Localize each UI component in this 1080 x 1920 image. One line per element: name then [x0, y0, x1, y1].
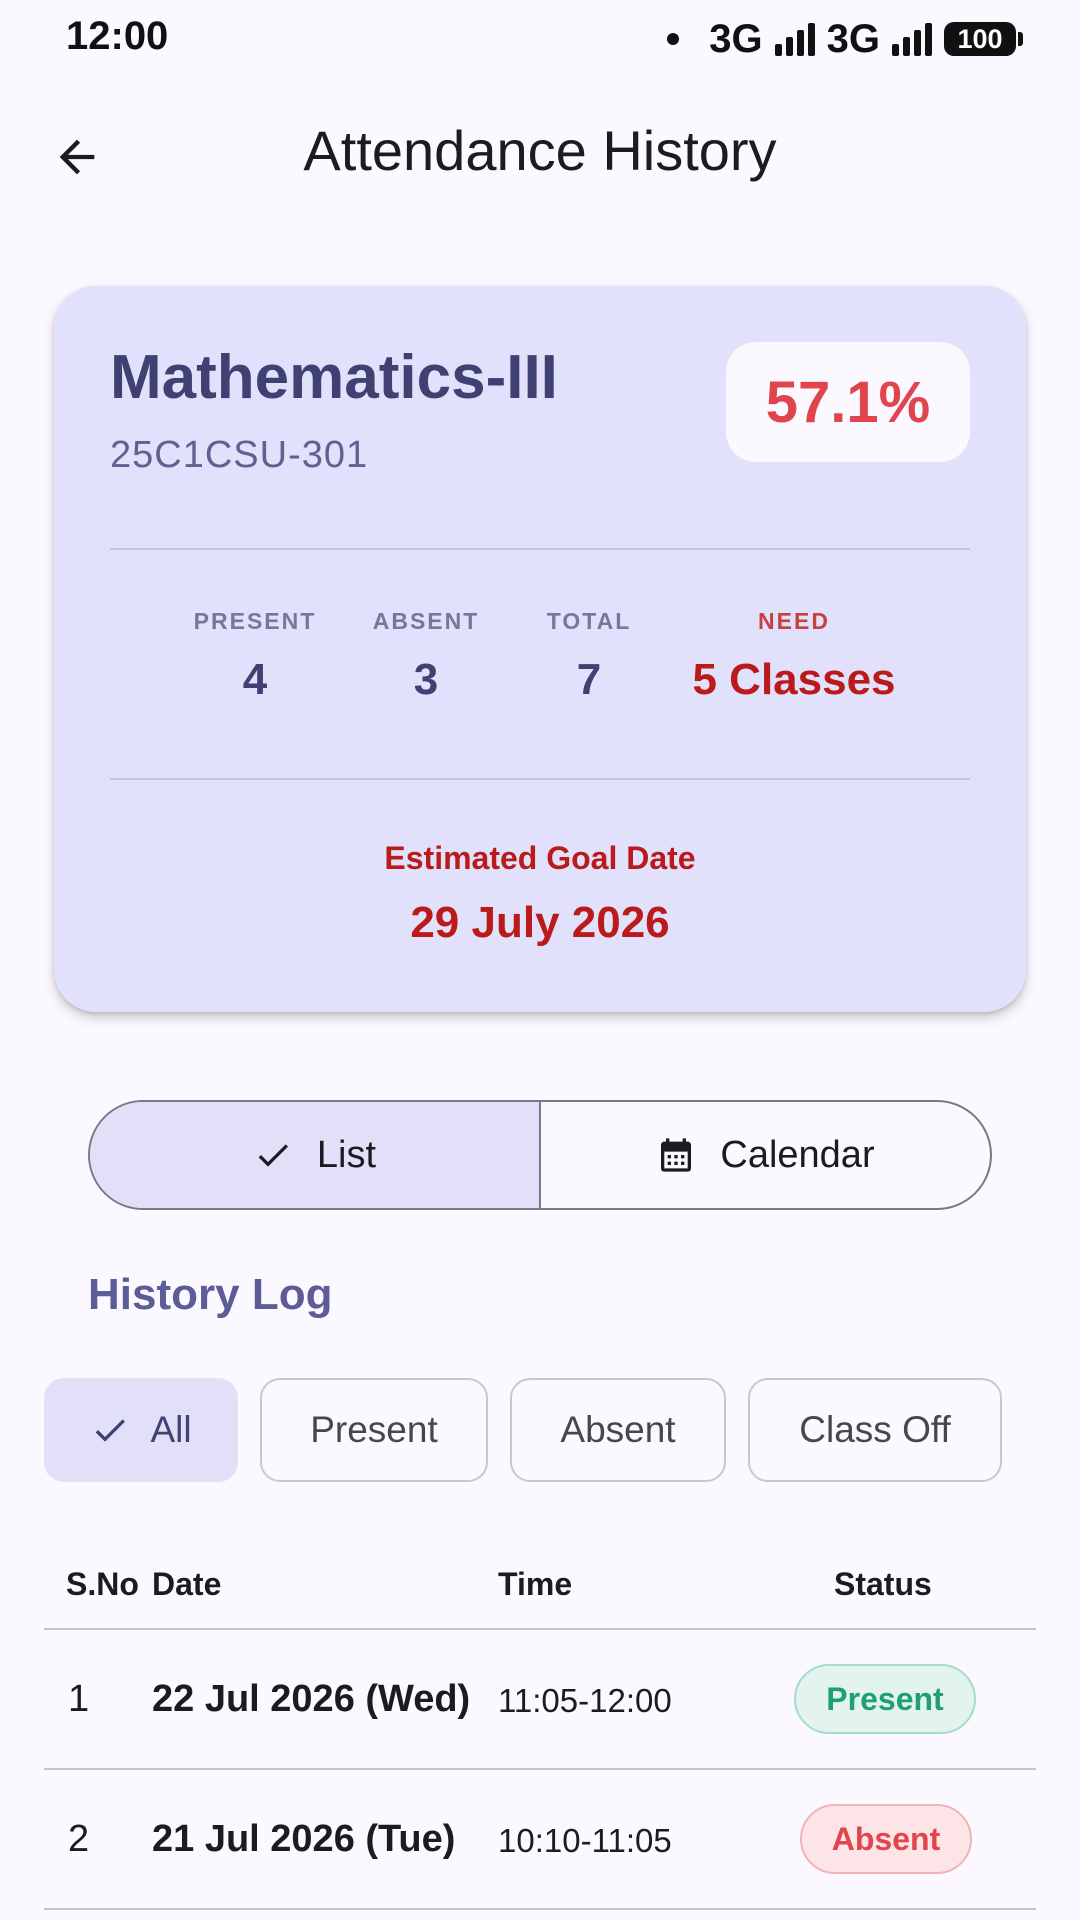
table-row[interactable]: 1 22 Jul 2026 (Wed) 11:05-12:00 Present [44, 1630, 1036, 1770]
check-icon [96, 1419, 126, 1442]
status-bar: 12:00 3G 3G 100 [0, 0, 1080, 80]
attendance-summary-card: Mathematics-III 25C1CSU-301 57.1% PRESEN… [54, 286, 1026, 1012]
stat-value: 3 [413, 655, 439, 704]
goal-date-value: 29 July 2026 [410, 898, 670, 947]
filter-chips: All Present Absent Class Off [44, 1378, 1002, 1482]
stat-label: PRESENT [193, 608, 317, 634]
stat-value: 7 [576, 655, 602, 704]
status-badge: Absent [800, 1804, 972, 1874]
calendar-view-button[interactable]: Calendar [541, 1102, 990, 1208]
battery-icon: 100 [944, 22, 1023, 56]
history-log-title: History Log [88, 1270, 333, 1319]
app-bar: Attendance History [0, 90, 1080, 220]
filter-chip-label: All [150, 1409, 192, 1450]
list-view-label: List [316, 1133, 377, 1176]
stat-label: NEED [758, 608, 830, 634]
filter-chip-label: Present [310, 1409, 438, 1450]
status-badge: Present [794, 1664, 976, 1734]
notification-dot-icon [667, 33, 680, 45]
filter-chip-class-off[interactable]: Class Off [748, 1378, 1002, 1482]
filter-chip-present[interactable]: Present [260, 1378, 488, 1482]
cell-time: 11:05-12:00 [498, 1682, 672, 1719]
signal-icon [774, 23, 815, 56]
network-type-1: 3G [709, 16, 763, 61]
stat-present: PRESENT 4 [180, 608, 330, 705]
column-header-sno: S.No [66, 1566, 139, 1602]
stat-value: 4 [242, 655, 268, 704]
filter-chip-absent[interactable]: Absent [510, 1378, 726, 1482]
divider [110, 548, 970, 550]
page-title: Attendance History [303, 119, 777, 182]
status-time: 12:00 [66, 14, 169, 58]
view-toggle: List Calendar [88, 1100, 992, 1210]
goal-date-label: Estimated Goal Date [384, 840, 696, 876]
stat-label: ABSENT [372, 608, 480, 634]
table-row[interactable]: 2 21 Jul 2026 (Tue) 10:10-11:05 Absent [44, 1770, 1036, 1910]
cell-time: 10:10-11:05 [498, 1822, 672, 1859]
divider [110, 778, 970, 780]
stat-total: TOTAL 7 [534, 608, 644, 705]
subject-code: 25C1CSU-301 [110, 434, 369, 476]
calendar-icon [661, 1138, 692, 1172]
list-view-button[interactable]: List [90, 1102, 541, 1208]
network-type-2: 3G [826, 16, 880, 61]
attendance-percentage: 57.1% [726, 342, 970, 462]
signal-icon [892, 23, 932, 56]
column-header-date: Date [152, 1566, 222, 1602]
history-table: S.No Date Time Status 1 22 Jul 2026 (Wed… [44, 1540, 1036, 1910]
stat-need: NEED 5 Classes [674, 608, 914, 705]
stat-value: 5 Classes [692, 655, 896, 704]
cell-date: 22 Jul 2026 (Wed) [152, 1678, 471, 1720]
subject-name: Mathematics-III [110, 343, 558, 412]
column-header-time: Time [498, 1566, 573, 1602]
column-header-status: Status [834, 1566, 932, 1602]
check-icon [258, 1144, 288, 1167]
calendar-view-label: Calendar [720, 1133, 875, 1176]
status-icons: 3G 3G 100 [667, 16, 1023, 62]
battery-level: 100 [957, 23, 1003, 54]
stat-absent: ABSENT 3 [366, 608, 486, 705]
filter-chip-all[interactable]: All [44, 1378, 238, 1482]
cell-date: 21 Jul 2026 (Tue) [152, 1818, 456, 1860]
filter-chip-label: Absent [560, 1409, 676, 1450]
cell-sno: 2 [68, 1818, 90, 1860]
cell-sno: 1 [68, 1678, 90, 1720]
filter-chip-label: Class Off [799, 1409, 951, 1450]
stat-label: TOTAL [546, 608, 632, 634]
table-header: S.No Date Time Status [44, 1540, 1036, 1630]
